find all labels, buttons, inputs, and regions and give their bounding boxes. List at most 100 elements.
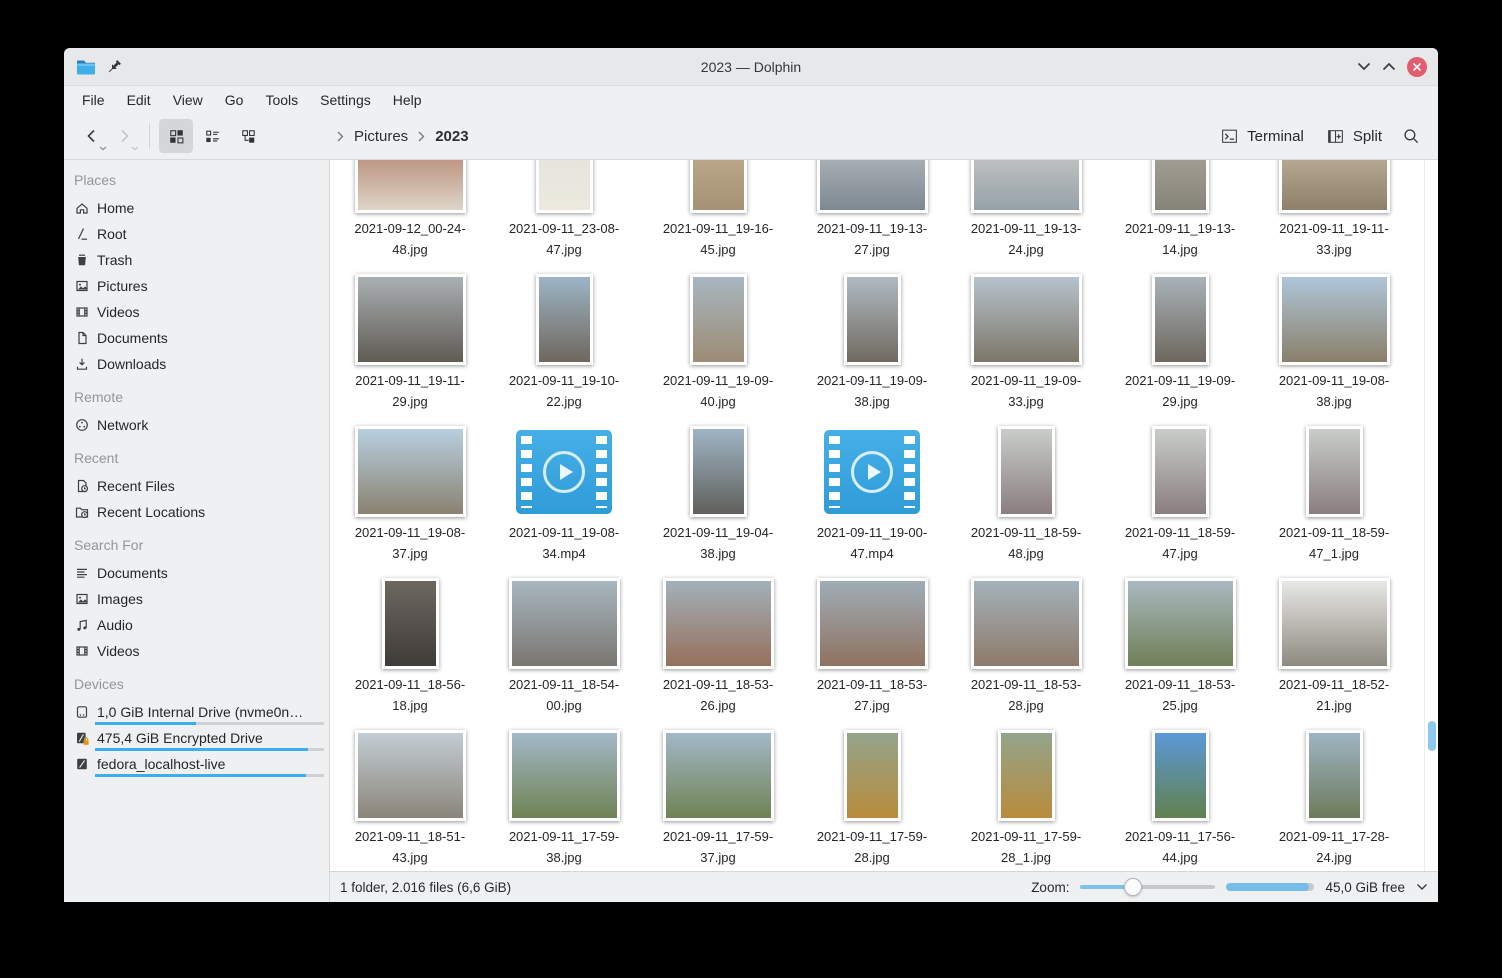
sidebar-item-label: Videos [97,643,140,659]
file-name: 2021-09-11_17-59-37.jpg [663,826,773,868]
file-item[interactable]: 2021-09-11_17-56-44.jpg [1103,724,1257,871]
minimize-button[interactable] [1357,62,1371,71]
file-item[interactable]: 2021-09-11_19-08-37.jpg [333,420,487,572]
file-item[interactable]: 2021-09-11_19-04-38.jpg [641,420,795,572]
photo-thumbnail [355,274,466,365]
sidebar-item-root[interactable]: Root [64,221,329,247]
titlebar[interactable]: 2023 — Dolphin [64,48,1438,86]
photo-thumbnail [1152,274,1209,365]
file-item[interactable]: 2021-09-11_19-11-29.jpg [333,268,487,420]
icons-view-button[interactable] [159,119,193,153]
trash-icon [74,252,90,268]
pin-icon[interactable] [106,59,122,75]
sidebar-item-trash[interactable]: Trash [64,247,329,273]
sidebar-item-label: Recent Files [97,478,175,494]
file-item[interactable]: 2021-09-11_18-54-00.jpg [487,572,641,724]
menubar: File Edit View Go Tools Settings Help [64,86,1438,113]
file-item[interactable]: 2021-09-11_19-09-40.jpg [641,268,795,420]
menu-item-view[interactable]: View [162,89,214,111]
scrollbar-thumb[interactable] [1428,721,1436,751]
photo-thumbnail [1279,160,1390,213]
sidebar-item-recent-files[interactable]: Recent Files [64,473,329,499]
file-item[interactable]: 2021-09-11_19-11-33.jpg [1257,160,1411,268]
file-item[interactable]: 2021-09-11_18-51-43.jpg [333,724,487,871]
file-item[interactable]: 2021-09-11_23-08-47.jpg [487,160,641,268]
statusbar-options-chevron-icon[interactable] [1416,883,1428,891]
file-item[interactable]: 2021-09-11_19-16-45.jpg [641,160,795,268]
file-item[interactable]: 2021-09-11_19-09-38.jpg [795,268,949,420]
breadcrumb-item-2023[interactable]: 2023 [433,126,470,147]
back-button[interactable] [76,119,108,153]
zoom-slider[interactable] [1080,878,1215,896]
sidebar-item-audio[interactable]: Audio [64,612,329,638]
toolbar: Pictures 2023 Terminal Split [64,113,1438,160]
photo-thumbnail [690,274,747,365]
menu-item-file[interactable]: File [71,89,116,111]
file-item[interactable]: 2021-09-11_19-00-47.mp4 [795,420,949,572]
file-item[interactable]: 2021-09-11_19-13-27.jpg [795,160,949,268]
sidebar-item-recent-locations[interactable]: Recent Locations [64,499,329,525]
file-item[interactable]: 2021-09-11_19-13-24.jpg [949,160,1103,268]
sidebar-item-documents[interactable]: Documents [64,560,329,586]
tree-view-button[interactable] [231,119,265,153]
menu-item-help[interactable]: Help [382,89,433,111]
file-item[interactable]: 2021-09-11_17-59-37.jpg [641,724,795,871]
zoom-slider-handle[interactable] [1124,878,1142,896]
breadcrumb-root-chevron-icon[interactable] [337,131,344,142]
vertical-scrollbar[interactable] [1424,160,1438,871]
file-item[interactable]: 2021-09-11_18-56-18.jpg [333,572,487,724]
details-view-button[interactable] [195,119,229,153]
file-item[interactable]: 2021-09-11_19-09-33.jpg [949,268,1103,420]
sidebar-item-videos[interactable]: Videos [64,299,329,325]
file-item[interactable]: 2021-09-11_17-28-24.jpg [1257,724,1411,871]
sidebar-item-fedora-localhost-live[interactable]: fedora_localhost-live [64,751,329,777]
sidebar-item-network[interactable]: Network [64,412,329,438]
close-button[interactable] [1407,57,1427,77]
sidebar-item-475-4-gib-encrypted-drive[interactable]: 475,4 GiB Encrypted Drive [64,725,329,751]
file-item[interactable]: 2021-09-11_18-59-47_1.jpg [1257,420,1411,572]
split-button[interactable]: Split [1319,122,1389,151]
file-item[interactable]: 2021-09-11_18-53-26.jpg [641,572,795,724]
sidebar-item-label: 1,0 GiB Internal Drive (nvme0n… [97,704,303,720]
sidebar-item-downloads[interactable]: Downloads [64,351,329,377]
file-item[interactable]: 2021-09-11_18-53-28.jpg [949,572,1103,724]
dolphin-app-icon[interactable] [75,56,97,78]
search-button[interactable] [1397,122,1426,151]
sidebar-item-1-0-gib-internal-drive-nvme0n[interactable]: 1,0 GiB Internal Drive (nvme0n… [64,699,329,725]
file-item[interactable]: 2021-09-11_17-59-38.jpg [487,724,641,871]
menu-item-settings[interactable]: Settings [309,89,382,111]
file-item[interactable]: 2021-09-11_18-53-25.jpg [1103,572,1257,724]
file-item[interactable]: 2021-09-11_19-09-29.jpg [1103,268,1257,420]
breadcrumb: Pictures 2023 [337,126,471,147]
sidebar-item-images[interactable]: Images [64,586,329,612]
file-item[interactable]: 2021-09-12_00-24-48.jpg [333,160,487,268]
menu-item-tools[interactable]: Tools [254,89,309,111]
sidebar-item-documents[interactable]: Documents [64,325,329,351]
folder-clock-icon [74,504,90,520]
file-item[interactable]: 2021-09-11_17-59-28_1.jpg [949,724,1103,871]
breadcrumb-item-pictures[interactable]: Pictures [352,126,410,147]
maximize-button[interactable] [1382,62,1396,71]
menu-item-edit[interactable]: Edit [116,89,162,111]
sidebar-item-home[interactable]: Home [64,195,329,221]
file-item[interactable]: 2021-09-11_19-10-22.jpg [487,268,641,420]
sidebar-item-pictures[interactable]: Pictures [64,273,329,299]
file-item[interactable]: 2021-09-11_19-08-38.jpg [1257,268,1411,420]
back-history-chevron-icon[interactable] [99,146,107,151]
forward-history-chevron-icon[interactable] [131,146,139,151]
file-item[interactable]: 2021-09-11_18-52-21.jpg [1257,572,1411,724]
file-name: 2021-09-11_17-59-28_1.jpg [971,826,1081,868]
status-summary: 1 folder, 2.016 files (6,6 GiB) [340,880,511,895]
file-name: 2021-09-11_17-59-28.jpg [817,826,927,868]
file-item[interactable]: 2021-09-11_17-59-28.jpg [795,724,949,871]
file-name: 2021-09-11_23-08-47.jpg [509,218,619,260]
forward-button[interactable] [108,119,140,153]
sidebar-item-videos[interactable]: Videos [64,638,329,664]
file-item[interactable]: 2021-09-11_18-59-47.jpg [1103,420,1257,572]
terminal-button[interactable]: Terminal [1213,122,1311,151]
file-item[interactable]: 2021-09-11_18-59-48.jpg [949,420,1103,572]
file-item[interactable]: 2021-09-11_19-13-14.jpg [1103,160,1257,268]
menu-item-go[interactable]: Go [214,89,255,111]
file-item[interactable]: 2021-09-11_19-08-34.mp4 [487,420,641,572]
file-item[interactable]: 2021-09-11_18-53-27.jpg [795,572,949,724]
